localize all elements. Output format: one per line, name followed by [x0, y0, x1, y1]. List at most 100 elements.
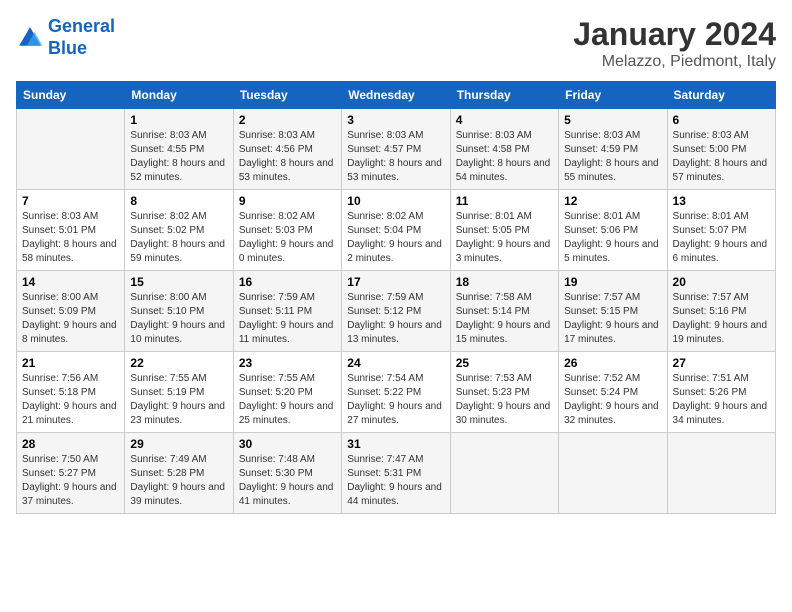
day-info: Sunrise: 8:03 AMSunset: 5:01 PMDaylight:… [22, 210, 119, 266]
day-info: Sunrise: 7:53 AMSunset: 5:23 PMDaylight:… [456, 372, 553, 428]
calendar-cell: 21 Sunrise: 7:56 AMSunset: 5:18 PMDayligh… [17, 352, 125, 433]
calendar-cell: 23 Sunrise: 7:55 AMSunset: 5:20 PMDayligh… [233, 352, 341, 433]
day-info: Sunrise: 8:01 AMSunset: 5:07 PMDaylight:… [673, 210, 770, 266]
day-info: Sunrise: 8:01 AMSunset: 5:05 PMDaylight:… [456, 210, 553, 266]
calendar-cell: 17Sunrise: 7:59 AMSunset: 5:12 PMDayligh… [342, 271, 450, 352]
calendar-cell: 5 Sunrise: 8:03 AMSunset: 4:59 PMDaylight… [559, 109, 667, 190]
day-number: 22 [130, 356, 227, 370]
weekday-header-friday: Friday [559, 82, 667, 109]
page-header: General Blue January 2024 Melazzo, Piedm… [16, 16, 776, 71]
day-number: 10 [347, 194, 444, 208]
calendar-cell: 19 Sunrise: 7:57 AMSunset: 5:15 PMDayligh… [559, 271, 667, 352]
calendar-cell: 24 Sunrise: 7:54 AMSunset: 5:22 PMDayligh… [342, 352, 450, 433]
day-info: Sunrise: 7:58 AMSunset: 5:14 PMDaylight:… [456, 291, 553, 347]
calendar-cell: 15 Sunrise: 8:00 AMSunset: 5:10 PMDayligh… [125, 271, 233, 352]
calendar-cell: 18 Sunrise: 7:58 AMSunset: 5:14 PMDayligh… [450, 271, 558, 352]
calendar-week-row: 28 Sunrise: 7:50 AMSunset: 5:27 PMDayligh… [17, 433, 776, 514]
day-number: 21 [22, 356, 119, 370]
calendar-cell [17, 109, 125, 190]
day-number: 8 [130, 194, 227, 208]
calendar-cell: 6Sunrise: 8:03 AMSunset: 5:00 PMDaylight… [667, 109, 775, 190]
calendar-cell: 7Sunrise: 8:03 AMSunset: 5:01 PMDaylight… [17, 190, 125, 271]
title-block: January 2024 Melazzo, Piedmont, Italy [573, 16, 776, 71]
calendar-cell [667, 433, 775, 514]
day-number: 27 [673, 356, 770, 370]
day-info: Sunrise: 7:54 AMSunset: 5:22 PMDaylight:… [347, 372, 444, 428]
calendar-table: SundayMondayTuesdayWednesdayThursdayFrid… [16, 81, 776, 514]
day-number: 13 [673, 194, 770, 208]
day-info: Sunrise: 8:03 AMSunset: 5:00 PMDaylight:… [673, 129, 770, 185]
logo: General Blue [16, 16, 115, 59]
day-info: Sunrise: 7:57 AMSunset: 5:15 PMDaylight:… [564, 291, 661, 347]
day-number: 2 [239, 113, 336, 127]
day-info: Sunrise: 7:56 AMSunset: 5:18 PMDaylight:… [22, 372, 119, 428]
weekday-header-wednesday: Wednesday [342, 82, 450, 109]
day-number: 20 [673, 275, 770, 289]
day-number: 31 [347, 437, 444, 451]
day-number: 28 [22, 437, 119, 451]
calendar-cell: 27Sunrise: 7:51 AMSunset: 5:26 PMDayligh… [667, 352, 775, 433]
day-info: Sunrise: 7:47 AMSunset: 5:31 PMDaylight:… [347, 453, 444, 509]
calendar-cell: 28 Sunrise: 7:50 AMSunset: 5:27 PMDayligh… [17, 433, 125, 514]
calendar-cell: 9 Sunrise: 8:02 AMSunset: 5:03 PMDaylight… [233, 190, 341, 271]
day-number: 30 [239, 437, 336, 451]
day-info: Sunrise: 7:49 AMSunset: 5:28 PMDaylight:… [130, 453, 227, 509]
day-info: Sunrise: 8:00 AMSunset: 5:10 PMDaylight:… [130, 291, 227, 347]
calendar-cell: 11 Sunrise: 8:01 AMSunset: 5:05 PMDayligh… [450, 190, 558, 271]
day-number: 23 [239, 356, 336, 370]
day-info: Sunrise: 8:03 AMSunset: 4:55 PMDaylight:… [130, 129, 227, 185]
calendar-cell: 3 Sunrise: 8:03 AMSunset: 4:57 PMDaylight… [342, 109, 450, 190]
month-title: January 2024 [573, 16, 776, 53]
day-number: 3 [347, 113, 444, 127]
calendar-cell: 31 Sunrise: 7:47 AMSunset: 5:31 PMDayligh… [342, 433, 450, 514]
calendar-week-row: 1 Sunrise: 8:03 AMSunset: 4:55 PMDaylight… [17, 109, 776, 190]
day-info: Sunrise: 7:48 AMSunset: 5:30 PMDaylight:… [239, 453, 336, 509]
calendar-cell: 25Sunrise: 7:53 AMSunset: 5:23 PMDayligh… [450, 352, 558, 433]
calendar-cell [559, 433, 667, 514]
calendar-week-row: 7Sunrise: 8:03 AMSunset: 5:01 PMDaylight… [17, 190, 776, 271]
calendar-cell: 30 Sunrise: 7:48 AMSunset: 5:30 PMDayligh… [233, 433, 341, 514]
day-number: 24 [347, 356, 444, 370]
day-number: 18 [456, 275, 553, 289]
day-number: 19 [564, 275, 661, 289]
calendar-cell: 16 Sunrise: 7:59 AMSunset: 5:11 PMDayligh… [233, 271, 341, 352]
day-info: Sunrise: 7:50 AMSunset: 5:27 PMDaylight:… [22, 453, 119, 509]
calendar-cell: 29 Sunrise: 7:49 AMSunset: 5:28 PMDayligh… [125, 433, 233, 514]
day-info: Sunrise: 7:55 AMSunset: 5:20 PMDaylight:… [239, 372, 336, 428]
day-number: 1 [130, 113, 227, 127]
day-info: Sunrise: 7:59 AMSunset: 5:12 PMDaylight:… [347, 291, 444, 347]
day-info: Sunrise: 8:03 AMSunset: 4:57 PMDaylight:… [347, 129, 444, 185]
day-info: Sunrise: 8:02 AMSunset: 5:02 PMDaylight:… [130, 210, 227, 266]
day-info: Sunrise: 8:03 AMSunset: 4:56 PMDaylight:… [239, 129, 336, 185]
day-info: Sunrise: 8:02 AMSunset: 5:03 PMDaylight:… [239, 210, 336, 266]
day-info: Sunrise: 8:00 AMSunset: 5:09 PMDaylight:… [22, 291, 119, 347]
day-info: Sunrise: 8:02 AMSunset: 5:04 PMDaylight:… [347, 210, 444, 266]
day-number: 12 [564, 194, 661, 208]
weekday-header-sunday: Sunday [17, 82, 125, 109]
calendar-cell [450, 433, 558, 514]
calendar-cell: 20Sunrise: 7:57 AMSunset: 5:16 PMDayligh… [667, 271, 775, 352]
day-number: 29 [130, 437, 227, 451]
day-number: 15 [130, 275, 227, 289]
calendar-cell: 2 Sunrise: 8:03 AMSunset: 4:56 PMDaylight… [233, 109, 341, 190]
day-info: Sunrise: 7:59 AMSunset: 5:11 PMDaylight:… [239, 291, 336, 347]
day-number: 4 [456, 113, 553, 127]
day-number: 11 [456, 194, 553, 208]
calendar-week-row: 14Sunrise: 8:00 AMSunset: 5:09 PMDayligh… [17, 271, 776, 352]
day-info: Sunrise: 8:03 AMSunset: 4:59 PMDaylight:… [564, 129, 661, 185]
calendar-cell: 8 Sunrise: 8:02 AMSunset: 5:02 PMDaylight… [125, 190, 233, 271]
day-number: 9 [239, 194, 336, 208]
weekday-header-tuesday: Tuesday [233, 82, 341, 109]
logo-text: General Blue [48, 16, 115, 59]
day-number: 16 [239, 275, 336, 289]
calendar-cell: 10 Sunrise: 8:02 AMSunset: 5:04 PMDayligh… [342, 190, 450, 271]
calendar-cell: 12 Sunrise: 8:01 AMSunset: 5:06 PMDayligh… [559, 190, 667, 271]
day-info: Sunrise: 7:55 AMSunset: 5:19 PMDaylight:… [130, 372, 227, 428]
day-info: Sunrise: 8:01 AMSunset: 5:06 PMDaylight:… [564, 210, 661, 266]
weekday-header-saturday: Saturday [667, 82, 775, 109]
day-info: Sunrise: 7:52 AMSunset: 5:24 PMDaylight:… [564, 372, 661, 428]
weekday-header-thursday: Thursday [450, 82, 558, 109]
day-number: 5 [564, 113, 661, 127]
weekday-header-row: SundayMondayTuesdayWednesdayThursdayFrid… [17, 82, 776, 109]
calendar-cell: 26Sunrise: 7:52 AMSunset: 5:24 PMDayligh… [559, 352, 667, 433]
